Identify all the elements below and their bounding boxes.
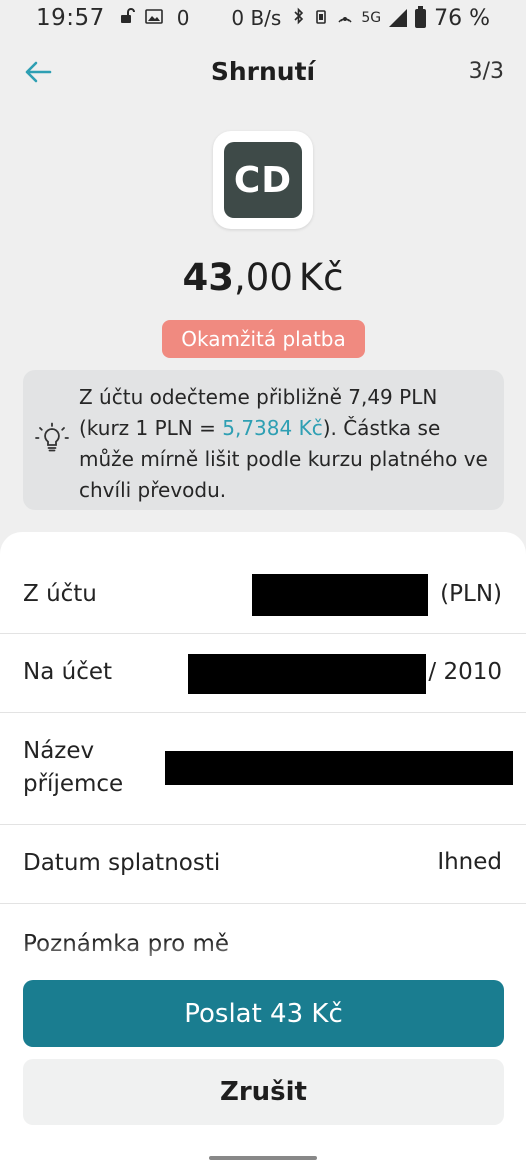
bluetooth-icon [293, 6, 305, 31]
recipient-label-line-1: Název [23, 738, 95, 764]
status-time: 19:57 [36, 5, 105, 31]
row-from-account: Z účtu (PLN) [0, 554, 526, 634]
recipient-logo-mark: CD [224, 142, 302, 218]
recipient-logo: CD [213, 131, 313, 229]
amount-whole: 43 [182, 256, 235, 299]
back-button[interactable] [18, 52, 58, 92]
hotspot-icon [337, 6, 353, 31]
instant-payment-badge: Okamžitá platba [162, 320, 365, 358]
to-account-bank-code: / 2010 [428, 659, 502, 685]
status-notification-icons: 0 [119, 6, 190, 30]
send-payment-button[interactable]: Poslat 43 Kč [23, 980, 504, 1047]
cancel-button[interactable]: Zrušit [23, 1059, 504, 1125]
redacted-recipient-name [165, 751, 513, 785]
amount-decimal: ,00 [234, 256, 293, 299]
signal-icon [389, 9, 408, 27]
from-account-label: Z účtu [23, 581, 97, 607]
row-to-account: Na účet / 2010 [0, 634, 526, 713]
top-navigation: Shrnutí 3/3 [0, 44, 526, 98]
row-due-date: Datum splatnosti Ihned [0, 825, 526, 904]
home-indicator[interactable] [209, 1156, 317, 1160]
from-account-currency: (PLN) [440, 581, 502, 607]
recipient-label: Název příjemce [23, 735, 123, 801]
due-date-value: Ihned [437, 849, 502, 875]
status-count: 0 [176, 6, 190, 30]
row-recipient-name: Název příjemce [0, 713, 526, 825]
network-speed: 0 B/s [231, 6, 282, 30]
amount-currency: Kč [298, 256, 344, 299]
network-type: 5G [361, 10, 382, 26]
step-indicator: 3/3 [468, 59, 504, 84]
exchange-rate: 5,7384 Kč [222, 416, 323, 440]
scroll-fade [0, 940, 526, 980]
battery-icon [415, 5, 427, 28]
battery-level: 76 % [434, 5, 490, 31]
redacted-from-account [252, 574, 428, 616]
arrow-left-icon [25, 61, 52, 83]
vibrate-icon [313, 6, 329, 31]
exchange-info-box: Z účtu odečteme přibližně 7,49 PLN (kurz… [23, 370, 504, 510]
recipient-label-line-2: příjemce [23, 771, 124, 797]
lightbulb-icon [35, 422, 69, 452]
image-icon [144, 8, 163, 28]
status-bar: 19:57 0 0 B/s 5G 76 % [0, 0, 526, 36]
payment-amount: 43,00 Kč [0, 256, 526, 299]
page-title: Shrnutí [210, 56, 316, 86]
due-date-label: Datum splatnosti [23, 850, 221, 876]
status-system-icons: 0 B/s 5G 76 % [231, 5, 490, 31]
to-account-label: Na účet [23, 659, 113, 685]
redacted-to-account [188, 654, 426, 694]
unlock-icon [119, 8, 135, 28]
